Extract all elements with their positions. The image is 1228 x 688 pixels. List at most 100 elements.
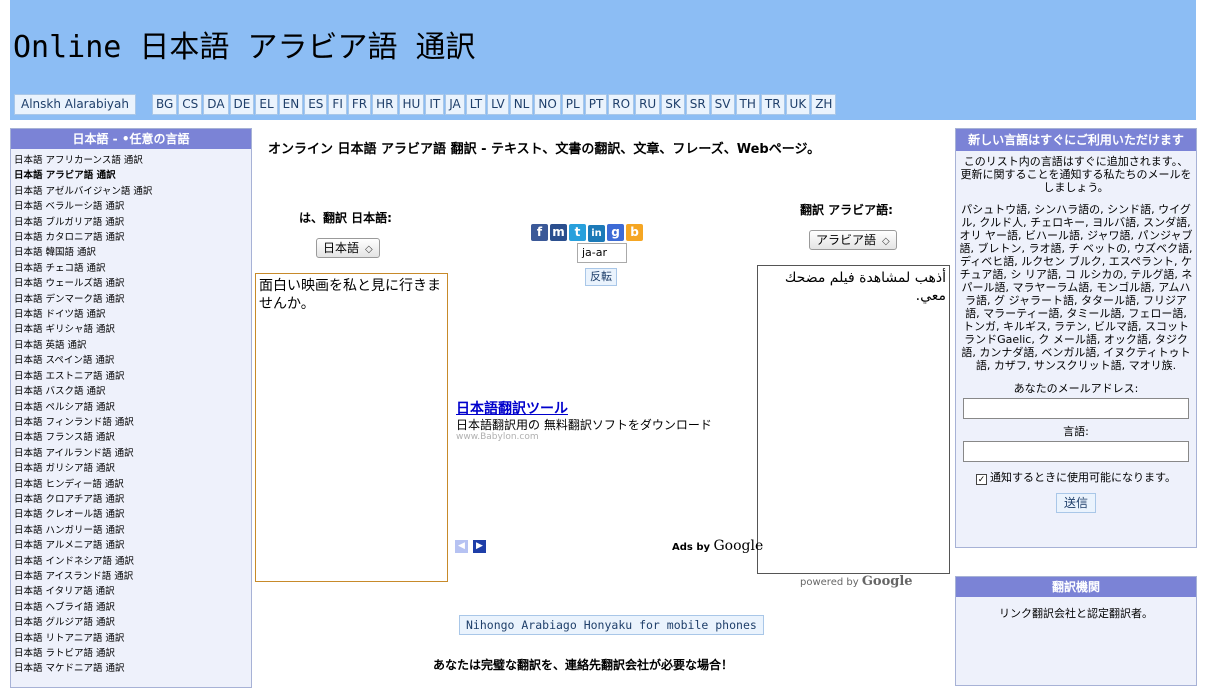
site-header: Online 日本語 アラビア語 通訳 Alnskh Alarabiyah BG C… bbox=[10, 0, 1196, 120]
language-pair-item[interactable]: 日本語 グルジア語 通訳 bbox=[14, 615, 251, 630]
swap-button[interactable]: 反転 bbox=[585, 268, 617, 286]
lang-button-el[interactable]: EL bbox=[255, 94, 278, 115]
language-pair-item[interactable]: 日本語 アイルランド語 通訳 bbox=[14, 446, 251, 461]
notify-intro: このリスト内の言語はすぐに追加されます。、更新に関することを通知する私たちのメー… bbox=[960, 155, 1192, 194]
language-pair-item[interactable]: 日本語 ガリシア語 通訳 bbox=[14, 461, 251, 476]
lang-button-pl[interactable]: PL bbox=[561, 94, 584, 115]
language-pair-item[interactable]: 日本語 マケドニア語 通訳 bbox=[14, 661, 251, 676]
google-logo: Google bbox=[861, 574, 913, 589]
language-pair-item[interactable]: 日本語 クレオール語 通訳 bbox=[14, 507, 251, 522]
target-text-area[interactable]: أذهب لمشاهدة فيلم مضحك معي. bbox=[757, 265, 950, 574]
language-pair-item[interactable]: 日本語 アゼルバイジャン語 通訳 bbox=[14, 184, 251, 199]
notify-checkbox[interactable]: ✓ bbox=[976, 474, 988, 485]
lang-button-th[interactable]: TH bbox=[735, 94, 760, 115]
facebook-icon[interactable]: f bbox=[531, 224, 548, 241]
send-button[interactable]: 送信 bbox=[1056, 493, 1096, 513]
language-pair-item[interactable]: 日本語 ペルシア語 通訳 bbox=[14, 400, 251, 415]
lang-button-es[interactable]: ES bbox=[304, 94, 328, 115]
language-pair-item[interactable]: 日本語 スペイン語 通訳 bbox=[14, 353, 251, 368]
language-pair-item[interactable]: 日本語 フィンランド語 通訳 bbox=[14, 415, 251, 430]
language-pair-item[interactable]: 日本語 ヘブライ語 通訳 bbox=[14, 600, 251, 615]
language-pair-item[interactable]: 日本語 ヒンディー語 通訳 bbox=[14, 477, 251, 492]
language-pair-item[interactable]: 日本語 ウェールズ語 通訳 bbox=[14, 276, 251, 291]
google-logo: Google bbox=[713, 538, 764, 554]
language-pair-item[interactable]: 日本語 フランス語 通訳 bbox=[14, 430, 251, 445]
lang-button-hu[interactable]: HU bbox=[398, 94, 425, 115]
lang-button-lt[interactable]: LT bbox=[465, 94, 487, 115]
mobile-version-button[interactable]: Nihongo Arabiago Honyaku for mobile phon… bbox=[459, 615, 764, 635]
language-pair-item[interactable]: 日本語 ラトビア語 通訳 bbox=[14, 646, 251, 661]
language-pair-item[interactable]: 日本語 ベラルーシ語 通訳 bbox=[14, 199, 251, 214]
email-field[interactable] bbox=[963, 398, 1189, 419]
language-pair-item[interactable]: 日本語 インドネシア語 通訳 bbox=[14, 554, 251, 569]
technorati-icon[interactable]: t bbox=[569, 224, 586, 241]
language-pair-item[interactable]: 日本語 ブルガリア語 通訳 bbox=[14, 215, 251, 230]
language-pair-item[interactable]: 日本語 リトアニア語 通訳 bbox=[14, 631, 251, 646]
language-label: 言語: bbox=[1063, 425, 1089, 438]
lang-button-sv[interactable]: SV bbox=[710, 94, 735, 115]
ads-by-google[interactable]: Ads by Google bbox=[672, 538, 763, 554]
blogger-icon[interactable]: b bbox=[626, 224, 643, 241]
myspace-icon[interactable]: m bbox=[550, 224, 567, 241]
lang-button-ru[interactable]: RU bbox=[635, 94, 661, 115]
lang-button-de[interactable]: DE bbox=[229, 94, 255, 115]
language-pair-item[interactable]: 日本語 エストニア語 通訳 bbox=[14, 369, 251, 384]
lang-button-bg[interactable]: BG bbox=[151, 94, 178, 115]
lang-button-it[interactable]: IT bbox=[425, 94, 445, 115]
new-languages-panel: 新しい言語はすぐにご利用いただけます このリスト内の言語はすぐに追加されます。、… bbox=[955, 128, 1197, 548]
language-pair-item[interactable]: 日本語 カタロニア語 通訳 bbox=[14, 230, 251, 245]
agency-text[interactable]: リンク翻訳会社と認定翻訳者。 bbox=[956, 605, 1196, 621]
lang-button-fr[interactable]: FR bbox=[347, 94, 372, 115]
google-icon[interactable]: g bbox=[607, 224, 624, 241]
panel-title: 新しい言語はすぐにご利用いただけます bbox=[956, 129, 1196, 151]
language-pair-item[interactable]: 日本語 アラビア語 通訳 bbox=[14, 168, 251, 183]
language-pair-item[interactable]: 日本語 バスク語 通訳 bbox=[14, 384, 251, 399]
linkedin-icon[interactable]: in bbox=[588, 225, 605, 242]
panel-title: 翻訳機関 bbox=[956, 577, 1196, 597]
lang-button-nl[interactable]: NL bbox=[509, 94, 534, 115]
notify-option: ✓ 通知するときに使用可能になります。 bbox=[956, 469, 1196, 485]
ad-link[interactable]: 日本語翻訳ツール bbox=[456, 398, 568, 418]
source-text-area[interactable]: 面白い映画を私と見に行きませんか。 bbox=[255, 273, 448, 582]
lang-button-sr[interactable]: SR bbox=[685, 94, 710, 115]
language-pair-item[interactable]: 日本語 英語 通訳 bbox=[14, 338, 251, 353]
lang-button-hr[interactable]: HR bbox=[372, 94, 398, 115]
lang-button-fi[interactable]: FI bbox=[328, 94, 347, 115]
language-pair-item[interactable]: 日本語 アイスランド語 通訳 bbox=[14, 569, 251, 584]
lang-button-uk[interactable]: UK bbox=[785, 94, 811, 115]
lang-button-tr[interactable]: TR bbox=[760, 94, 785, 115]
home-button[interactable]: Alnskh Alarabiyah bbox=[14, 94, 136, 115]
lang-button-sk[interactable]: SK bbox=[661, 94, 685, 115]
language-pair-panel: 日本語 - •任意の言語 日本語 アフリカーンス語 通訳 日本語 アラビア語 通訳… bbox=[10, 128, 252, 688]
lang-button-zh[interactable]: ZH bbox=[811, 94, 837, 115]
language-field[interactable] bbox=[963, 441, 1189, 462]
lang-button-da[interactable]: DA bbox=[203, 94, 229, 115]
lang-button-no[interactable]: NO bbox=[534, 94, 561, 115]
lang-button-ro[interactable]: RO bbox=[608, 94, 635, 115]
lang-button-pt[interactable]: PT bbox=[584, 94, 608, 115]
lang-button-lv[interactable]: LV bbox=[487, 94, 509, 115]
ad-url[interactable]: www.Babylon.com bbox=[456, 432, 539, 442]
language-pair-item[interactable]: 日本語 チェコ語 通訳 bbox=[14, 261, 251, 276]
language-code-field[interactable]: ja-ar bbox=[577, 243, 627, 263]
ad-prev-icon[interactable]: ◀ bbox=[455, 540, 468, 553]
language-pair-item[interactable]: 日本語 韓国語 通訳 bbox=[14, 245, 251, 260]
ad-next-icon[interactable]: ▶ bbox=[473, 540, 486, 553]
lang-button-en[interactable]: EN bbox=[278, 94, 304, 115]
language-pair-item[interactable]: 日本語 ハンガリー語 通訳 bbox=[14, 523, 251, 538]
share-icons: f m t in g b bbox=[531, 221, 645, 242]
language-pair-item[interactable]: 日本語 デンマーク語 通訳 bbox=[14, 292, 251, 307]
language-pair-item[interactable]: 日本語 クロアチア語 通訳 bbox=[14, 492, 251, 507]
target-language-select[interactable]: アラビア語 ◇ bbox=[809, 230, 897, 250]
upcoming-languages: パシュトウ語, シンハラ語の, シンド語, ウイグル, クルド人, チェロキー,… bbox=[959, 203, 1193, 372]
source-language-select[interactable]: 日本語 ◇ bbox=[316, 238, 380, 258]
language-pair-item[interactable]: 日本語 アルメニア語 通訳 bbox=[14, 538, 251, 553]
language-pair-item[interactable]: 日本語 アフリカーンス語 通訳 bbox=[14, 153, 251, 168]
lang-button-ja[interactable]: JA bbox=[445, 94, 465, 115]
language-pair-item[interactable]: 日本語 イタリア語 通訳 bbox=[14, 584, 251, 599]
powered-by-google: powered by Google bbox=[800, 574, 913, 589]
language-pair-item[interactable]: 日本語 ギリシャ語 通訳 bbox=[14, 322, 251, 337]
lang-button-cs[interactable]: CS bbox=[178, 94, 203, 115]
select-arrow-icon: ◇ bbox=[365, 244, 373, 255]
language-pair-item[interactable]: 日本語 ドイツ語 通訳 bbox=[14, 307, 251, 322]
